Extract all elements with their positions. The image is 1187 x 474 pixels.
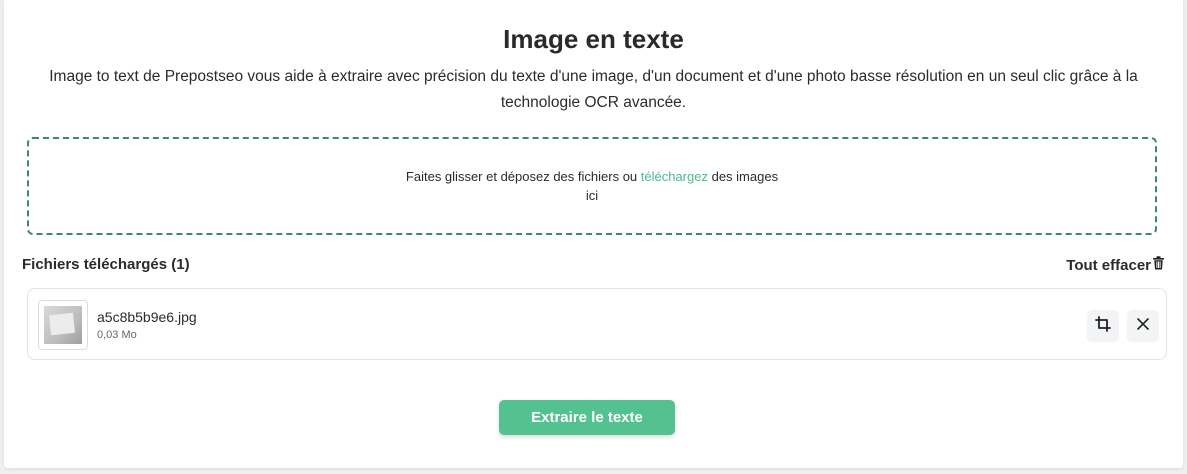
dropzone-text-before: Faites glisser et déposez des fichiers o…	[405, 169, 641, 184]
dropzone-text: Faites glisser et déposez des fichiers o…	[402, 167, 782, 205]
crop-icon	[1095, 315, 1111, 337]
file-size: 0,03 Mo	[97, 329, 137, 341]
page-description: Image to text de Prepostseo vous aide à …	[49, 68, 1138, 111]
page-title: Image en texte	[503, 24, 684, 54]
extract-text-button[interactable]: Extraire le texte	[499, 400, 675, 435]
clear-all-label: Tout effacer	[1066, 256, 1151, 274]
remove-file-button[interactable]	[1127, 310, 1159, 342]
trash-icon	[1151, 256, 1165, 274]
clear-all-button[interactable]: Tout effacer	[1066, 256, 1165, 274]
file-thumbnail	[38, 300, 88, 350]
close-icon	[1136, 317, 1150, 336]
uploaded-files-heading: Fichiers téléchargés (1)	[22, 256, 190, 273]
crop-button[interactable]	[1087, 310, 1119, 342]
image-preview	[44, 306, 82, 344]
file-name: a5c8b5b9e6.jpg	[97, 309, 197, 325]
upload-link[interactable]: téléchargez	[641, 169, 708, 184]
main-card: Image en texte Image to text de Preposts…	[4, 0, 1183, 468]
file-list-item: a5c8b5b9e6.jpg 0,03 Mo	[27, 288, 1167, 360]
file-dropzone[interactable]: Faites glisser et déposez des fichiers o…	[27, 137, 1157, 235]
